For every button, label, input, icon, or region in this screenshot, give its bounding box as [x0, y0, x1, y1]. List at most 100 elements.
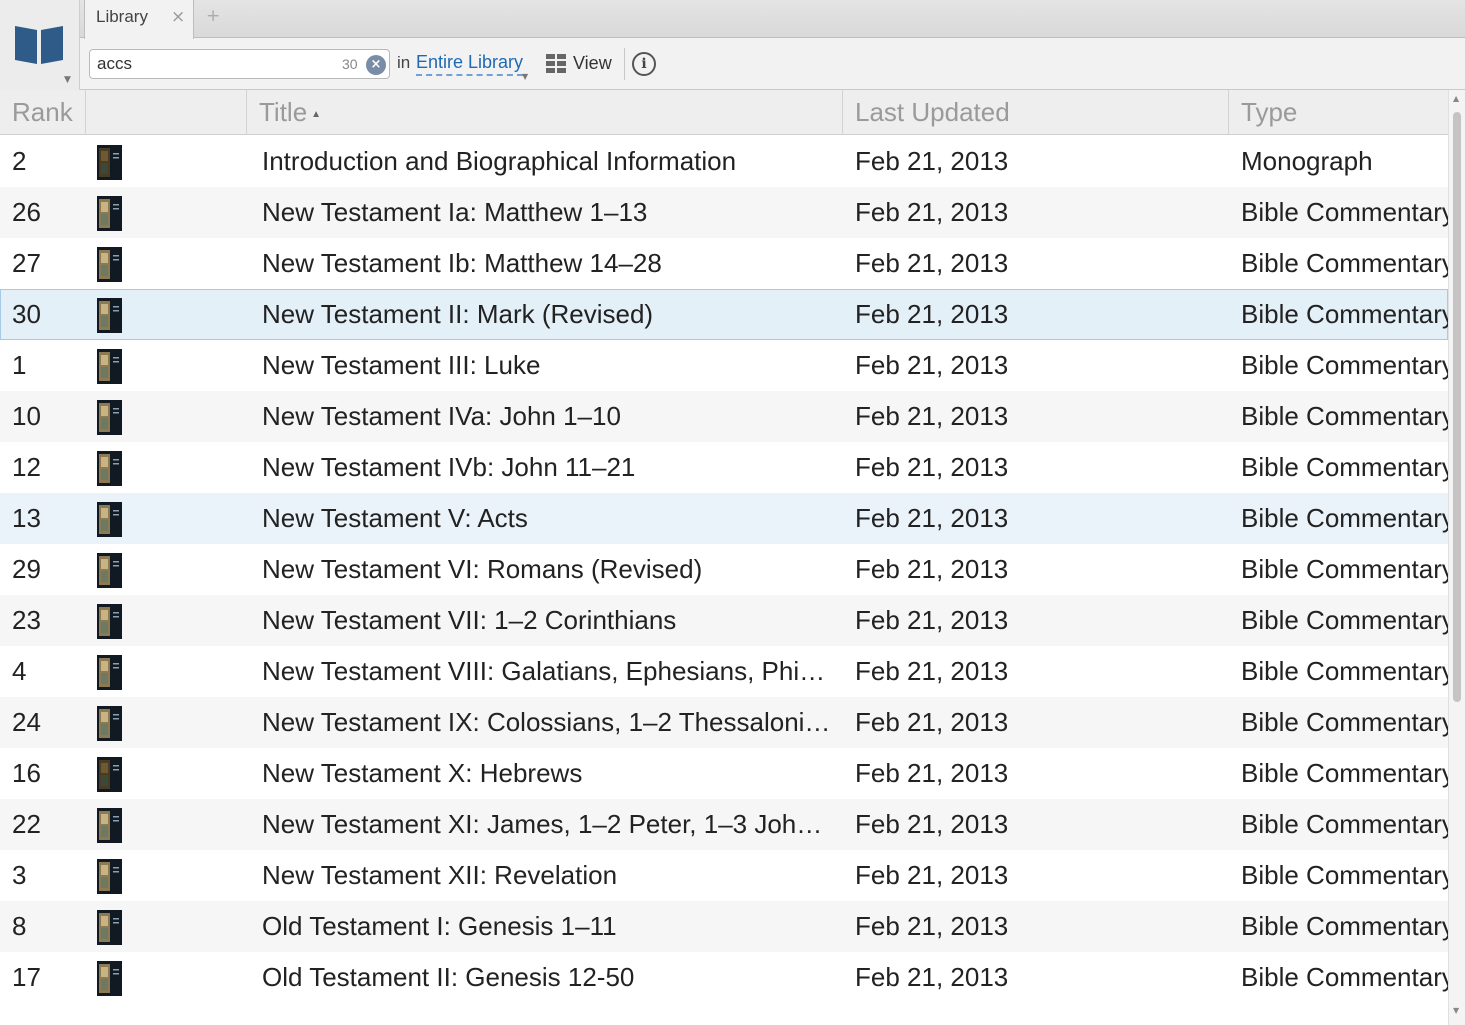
column-header-type[interactable]: Type — [1229, 90, 1448, 135]
last-updated-cell: Feb 21, 2013 — [855, 605, 1009, 635]
title-cell: New Testament Ia: Matthew 1–13 — [262, 197, 648, 227]
type-cell: Bible Commentary — [1241, 350, 1448, 380]
table-row[interactable]: 17 Old Testament II: Genesis 12-50 Feb 21,… — [0, 952, 1448, 1003]
book-cover-icon — [97, 706, 122, 741]
title-cell: Introduction and Biographical Informatio… — [262, 146, 737, 176]
title-cell: New Testament Ib: Matthew 14–28 — [262, 248, 662, 278]
cover-cell — [97, 859, 122, 894]
table-row[interactable]: 1 New Testament III: Luke Feb 21, 2013 Bibl… — [0, 340, 1448, 391]
title-cell: New Testament VII: 1–2 Corinthians — [262, 605, 677, 635]
search-scope-dropdown[interactable]: Entire Library — [416, 52, 524, 76]
table-row[interactable]: 23 New Testament VII: 1–2 Corinthians Feb … — [0, 595, 1448, 646]
tab-label: Library — [96, 7, 148, 26]
tab-library[interactable]: Library × — [84, 0, 194, 39]
book-cover-icon — [97, 502, 122, 537]
book-cover-icon — [97, 757, 122, 792]
type-cell: Bible Commentary — [1241, 860, 1448, 890]
info-icon[interactable]: i — [632, 52, 656, 76]
book-cover-icon — [97, 298, 122, 333]
column-header-cover[interactable] — [86, 90, 247, 135]
last-updated-cell: Feb 21, 2013 — [855, 656, 1009, 686]
title-cell: New Testament XII: Revelation — [262, 860, 618, 890]
title-cell: New Testament VI: Romans (Revised) — [262, 554, 703, 584]
table-row[interactable]: 10 New Testament IVa: John 1–10 Feb 21, 20… — [0, 391, 1448, 442]
title-cell: New Testament X: Hebrews — [262, 758, 583, 788]
last-updated-cell: Feb 21, 2013 — [855, 707, 1009, 737]
add-tab-icon[interactable]: + — [206, 6, 220, 26]
view-label: View — [573, 53, 612, 73]
last-updated-cell: Feb 21, 2013 — [855, 248, 1009, 278]
column-header-rank[interactable]: Rank — [0, 90, 86, 135]
title-cell: New Testament III: Luke — [262, 350, 541, 380]
cover-cell — [97, 961, 122, 996]
book-cover-icon — [97, 145, 122, 180]
type-cell: Monograph — [1241, 146, 1373, 176]
type-cell: Bible Commentary — [1241, 299, 1448, 329]
table-row[interactable]: 3 New Testament XII: Revelation Feb 21, 20… — [0, 850, 1448, 901]
book-cover-icon — [97, 961, 122, 996]
book-cover-icon — [97, 400, 122, 435]
search-input[interactable] — [97, 53, 327, 75]
table-row[interactable]: 29 New Testament VI: Romans (Revised) Feb … — [0, 544, 1448, 595]
scroll-down-icon[interactable]: ▼ — [1453, 1006, 1459, 1015]
last-updated-cell: Feb 21, 2013 — [855, 962, 1009, 992]
title-cell: New Testament V: Acts — [262, 503, 528, 533]
book-cover-icon — [97, 808, 122, 843]
rank-cell: 2 — [12, 146, 27, 176]
book-cover-icon — [97, 451, 122, 486]
table-row[interactable]: 22 New Testament XI: James, 1–2 Peter, 1–… — [0, 799, 1448, 850]
rank-cell: 30 — [12, 299, 41, 329]
last-updated-cell: Feb 21, 2013 — [855, 299, 1009, 329]
column-header-last-updated[interactable]: Last Updated — [843, 90, 1229, 135]
type-cell: Bible Commentary — [1241, 401, 1448, 431]
last-updated-cell: Feb 21, 2013 — [855, 350, 1009, 380]
scroll-thumb[interactable] — [1453, 112, 1461, 702]
table-row[interactable]: 16 New Testament X: Hebrews Feb 21, 2013 Bi… — [0, 748, 1448, 799]
rank-cell: 27 — [12, 248, 41, 278]
cover-cell — [97, 400, 122, 435]
last-updated-cell: Feb 21, 2013 — [855, 503, 1009, 533]
type-cell: Bible Commentary — [1241, 452, 1448, 482]
cover-cell — [97, 145, 122, 180]
last-updated-cell: Feb 21, 2013 — [855, 401, 1009, 431]
cover-cell — [97, 604, 122, 639]
table-row[interactable]: 2 Introduction and Biographical Informati… — [0, 136, 1448, 187]
rank-cell: 3 — [12, 860, 27, 890]
last-updated-cell: Feb 21, 2013 — [855, 554, 1009, 584]
book-cover-icon — [97, 349, 122, 384]
rank-cell: 23 — [12, 605, 41, 635]
table-row[interactable]: 26 New Testament Ia: Matthew 1–13 Feb 21, … — [0, 187, 1448, 238]
vertical-scrollbar[interactable]: ▲ ▼ — [1448, 90, 1465, 1025]
scroll-up-icon[interactable]: ▲ — [1453, 94, 1459, 103]
table-row[interactable]: 30 New Testament II: Mark (Revised) Feb 21… — [0, 289, 1448, 340]
book-cover-icon — [97, 196, 122, 231]
book-cover-icon — [97, 247, 122, 282]
cover-cell — [97, 196, 122, 231]
app-menu-button[interactable]: ▼ — [0, 0, 80, 90]
close-icon[interactable]: × — [171, 7, 185, 27]
table-row[interactable]: 27 New Testament Ib: Matthew 14–28 Feb 21,… — [0, 238, 1448, 289]
scope-prefix: in — [397, 53, 411, 72]
type-cell: Bible Commentary — [1241, 809, 1448, 839]
grid-icon — [546, 54, 566, 73]
table-row[interactable]: 4 New Testament VIII: Galatians, Ephesian… — [0, 646, 1448, 697]
cover-cell — [97, 451, 122, 486]
table-row[interactable]: 12 New Testament IVb: John 11–21 Feb 21, 2… — [0, 442, 1448, 493]
cover-cell — [97, 910, 122, 945]
open-book-icon — [15, 26, 63, 64]
cover-cell — [97, 808, 122, 843]
last-updated-cell: Feb 21, 2013 — [855, 758, 1009, 788]
table-row[interactable]: 13 New Testament V: Acts Feb 21, 2013 Bible… — [0, 493, 1448, 544]
type-cell: Bible Commentary — [1241, 197, 1448, 227]
book-cover-icon — [97, 655, 122, 690]
cover-cell — [97, 349, 122, 384]
book-cover-icon — [97, 553, 122, 588]
table-row[interactable]: 8 Old Testament I: Genesis 1–11 Feb 21, 20… — [0, 901, 1448, 952]
table-row[interactable]: 24 New Testament IX: Colossians, 1–2 Thes… — [0, 697, 1448, 748]
clear-search-icon[interactable]: × — [366, 55, 386, 75]
rank-cell: 8 — [12, 911, 27, 941]
rank-cell: 12 — [12, 452, 41, 482]
rank-cell: 1 — [12, 350, 27, 380]
column-header-title[interactable]: Title ▲ — [247, 90, 843, 135]
rank-cell: 24 — [12, 707, 41, 737]
